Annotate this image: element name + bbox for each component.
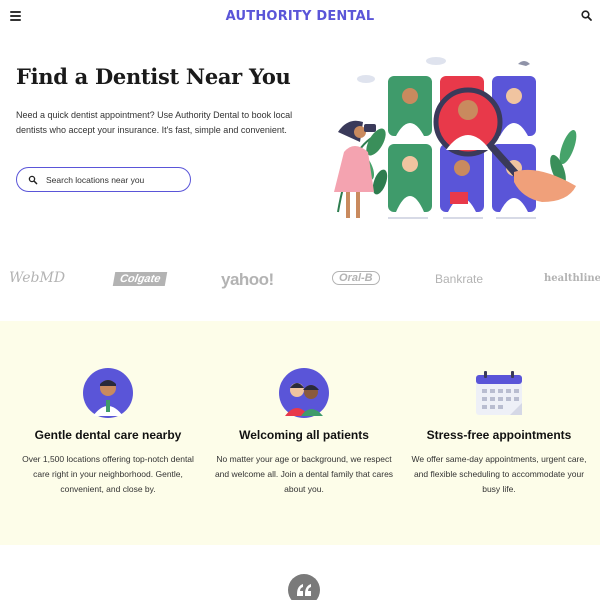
brand-name-part2: DENTAL [316, 9, 375, 24]
site-header: AUTHORITY DENTAL [0, 0, 600, 34]
logo-healthline: healthline [544, 273, 600, 284]
partner-logos: WebMD Colgate yahoo! Oral-B Bankrate hea… [0, 262, 600, 296]
feature-text: Over 1,500 locations offering top-notch … [22, 454, 194, 494]
logo-yahoo: yahoo! [221, 270, 274, 289]
feature-title: Gentle dental care nearby [34, 428, 182, 442]
logo-bankrate: Bankrate [435, 272, 484, 286]
logo-colgate: Colgate [112, 272, 168, 286]
location-search-box[interactable] [16, 167, 191, 192]
logo-webmd: WebMD [9, 270, 66, 286]
brand-name-part1: AUTHORITY [225, 9, 312, 24]
location-search-input[interactable] [46, 174, 186, 185]
brand-logo[interactable]: AUTHORITY DENTAL [0, 9, 600, 24]
hero-description: Need a quick dentist appointment? Use Au… [16, 110, 293, 135]
feature-title: Stress-free appointments [426, 428, 572, 442]
logo-oralb: Oral-B [332, 271, 380, 285]
patients-avatar-icon [279, 368, 329, 418]
search-icon[interactable] [580, 9, 594, 23]
calendar-icon [476, 371, 522, 415]
feature-text: No matter your age or background, we res… [214, 454, 394, 494]
dentist-avatar-icon [83, 368, 133, 418]
feature-title: Welcoming all patients [239, 428, 369, 442]
features-section: Gentle dental care nearby Over 1,500 loc… [0, 321, 600, 545]
feature-text: We offer same-day appointments, urgent c… [411, 454, 587, 494]
page-title: Find a Dentist Near You [16, 64, 291, 89]
dentist-search-illustration [334, 57, 577, 219]
quote-icon [288, 574, 320, 600]
search-icon [28, 175, 38, 184]
